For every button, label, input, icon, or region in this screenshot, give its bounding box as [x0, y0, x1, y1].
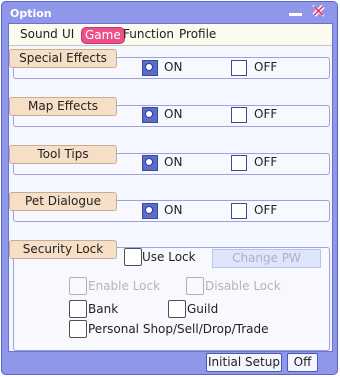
enable-lock-label: Enable Lock	[88, 279, 161, 293]
tab-ui[interactable]: UI	[60, 27, 76, 42]
tool-tips-label: Tool Tips	[9, 145, 117, 164]
special-effects-label: Special Effects	[9, 49, 117, 68]
change-pw-button[interactable]: Change PW	[212, 249, 321, 268]
disable-lock-label: Disable Lock	[205, 279, 281, 293]
tab-bar: Sound UI Game Function Profile	[9, 24, 332, 46]
map-effects-on-radio[interactable]	[142, 107, 158, 123]
tool-tips-off-label: OFF	[254, 155, 278, 169]
option-window: Option ✕ Sound UI Game Function Profile …	[1, 1, 338, 375]
bank-checkbox[interactable]	[69, 300, 87, 318]
pet-dialogue-off-radio[interactable]	[231, 203, 247, 219]
tool-tips-off-radio[interactable]	[231, 155, 247, 171]
initial-setup-button[interactable]: Initial Setup	[206, 353, 282, 372]
special-effects-off-radio[interactable]	[231, 60, 247, 76]
use-lock-label: Use Lock	[142, 250, 196, 264]
disable-lock-checkbox[interactable]	[186, 277, 204, 295]
personal-shop-label: Personal Shop/Sell/Drop/Trade	[88, 322, 269, 336]
guild-checkbox[interactable]	[168, 300, 186, 318]
pet-dialogue-on-label: ON	[164, 203, 183, 217]
off-button[interactable]: Off	[287, 353, 318, 372]
map-effects-label: Map Effects	[9, 97, 117, 116]
special-effects-on-radio[interactable]	[142, 60, 158, 76]
map-effects-on-label: ON	[164, 107, 183, 121]
guild-label: Guild	[187, 302, 219, 316]
bank-label: Bank	[88, 302, 119, 316]
pet-dialogue-label: Pet Dialogue	[9, 192, 117, 211]
special-effects-on-label: ON	[164, 60, 183, 74]
enable-lock-checkbox[interactable]	[69, 277, 87, 295]
special-effects-off-label: OFF	[254, 60, 278, 74]
use-lock-checkbox[interactable]	[124, 248, 142, 266]
map-effects-off-radio[interactable]	[231, 107, 247, 123]
tab-profile[interactable]: Profile	[177, 27, 218, 42]
tab-sound[interactable]: Sound	[18, 27, 60, 42]
tab-game[interactable]: Game	[81, 27, 125, 44]
tool-tips-on-label: ON	[164, 155, 183, 169]
security-lock-label: Security Lock	[9, 240, 117, 259]
map-effects-off-label: OFF	[254, 107, 278, 121]
pet-dialogue-off-label: OFF	[254, 203, 278, 217]
personal-shop-checkbox[interactable]	[69, 320, 87, 338]
minimize-icon[interactable]	[287, 5, 304, 20]
pet-dialogue-on-radio[interactable]	[142, 203, 158, 219]
tool-tips-on-radio[interactable]	[142, 155, 158, 171]
close-icon[interactable]: ✕	[310, 4, 327, 21]
window-title: Option	[10, 7, 52, 20]
tab-function[interactable]: Function	[121, 27, 176, 42]
option-panel: Sound UI Game Function Profile Special E…	[8, 23, 333, 352]
